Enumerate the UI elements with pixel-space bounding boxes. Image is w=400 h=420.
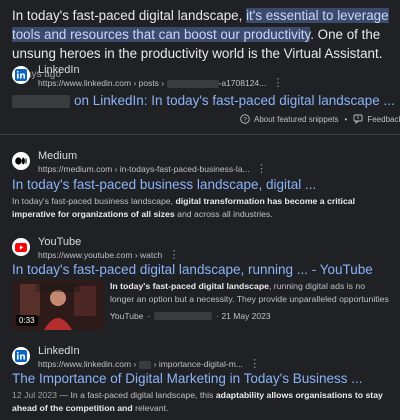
more-options-icon[interactable]: ⋮ xyxy=(169,249,180,261)
snippet-text-before: In today's fast-paced digital landscape, xyxy=(12,8,247,23)
result4-url-prefix: https://www.linkedin.com › xyxy=(38,359,139,369)
question-icon: ? xyxy=(240,114,250,124)
result3-title[interactable]: In today's fast-paced digital landscape,… xyxy=(12,261,373,279)
feedback-row: ? About featured snippets • Feedback xyxy=(240,114,400,124)
result4-url: https://www.linkedin.com › › importance-… xyxy=(38,358,260,370)
result3-desc-bold: In today's fast-paced digital landscape xyxy=(110,281,269,291)
more-options-icon[interactable]: ⋮ xyxy=(256,163,267,175)
divider xyxy=(0,134,400,135)
feedback-separator: • xyxy=(344,114,348,124)
youtube-icon xyxy=(12,238,30,256)
video-thumbnail[interactable]: 0:33 xyxy=(12,280,104,330)
result1-title[interactable]: on LinkedIn: In today's fast-paced digit… xyxy=(74,93,395,108)
result3-meta-date: · 21 May 2023 xyxy=(216,311,271,321)
feedback-link[interactable]: Feedback xyxy=(367,115,400,124)
redacted-block xyxy=(166,79,219,88)
result2-site-row[interactable]: Medium https://medium.com › in-todays-fa… xyxy=(12,150,267,175)
more-options-icon[interactable]: ⋮ xyxy=(249,358,260,370)
result3-meta-sep: · xyxy=(147,311,151,321)
result3-meta: YouTube · · 21 May 2023 xyxy=(110,311,271,321)
svg-text:?: ? xyxy=(243,116,247,123)
result3-url-text: https://www.youtube.com › watch xyxy=(38,250,163,260)
result1-url: https://www.linkedin.com › posts › -a170… xyxy=(38,77,284,89)
result1-url-prefix: https://www.linkedin.com › posts › xyxy=(38,78,165,88)
about-featured-snippets-link[interactable]: About featured snippets xyxy=(254,115,339,124)
result2-url: https://medium.com › in-todays-fast-pace… xyxy=(38,163,267,175)
result4-desc-text-end: relevant. xyxy=(132,402,169,413)
result4-desc-text: — In a fast-paced digital landscape, thi… xyxy=(56,390,216,400)
result4-title[interactable]: The Importance of Digital Marketing in T… xyxy=(12,370,363,388)
result2-desc-text: In today's fast-paced business landscape… xyxy=(12,196,176,206)
video-duration: 0:33 xyxy=(16,315,38,326)
feedback-icon xyxy=(353,114,363,124)
result2-site-name: Medium xyxy=(38,150,78,162)
linkedin-icon xyxy=(12,66,30,84)
linkedin-icon xyxy=(12,347,30,365)
result2-description: In today's fast-paced business landscape… xyxy=(12,195,388,221)
result2-url-text: https://medium.com › in-todays-fast-pace… xyxy=(38,164,250,174)
more-options-icon[interactable]: ⋮ xyxy=(273,77,284,89)
result4-date: 12 Jul 2023 xyxy=(12,390,57,400)
result4-site-row[interactable]: LinkedIn https://www.linkedin.com › › im… xyxy=(12,345,260,370)
result2-desc-text-end: and across all industries. xyxy=(174,208,273,219)
result1-url-suffix: -a1708124... xyxy=(218,78,267,88)
result3-url: https://www.youtube.com › watch ⋮ xyxy=(38,249,180,261)
result1-site-row[interactable]: LinkedIn https://www.linkedin.com › post… xyxy=(12,64,284,89)
result3-site-row[interactable]: YouTube https://www.youtube.com › watch … xyxy=(12,236,180,261)
result4-site-name: LinkedIn xyxy=(38,345,80,357)
result1-site-name: LinkedIn xyxy=(38,64,80,76)
redacted-block xyxy=(138,360,151,369)
medium-icon xyxy=(12,152,30,170)
redacted-block xyxy=(12,94,70,108)
result3-meta-source: YouTube xyxy=(110,311,144,321)
redacted-block xyxy=(154,312,213,320)
result2-title[interactable]: In today's fast-paced business landscape… xyxy=(12,176,316,194)
result3-site-name: YouTube xyxy=(38,236,82,248)
result4-description: 12 Jul 2023 — In a fast-paced digital la… xyxy=(12,389,388,415)
result4-url-suffix: › importance-digital-m... xyxy=(153,359,243,369)
result1-title-row[interactable]: on LinkedIn: In today's fast-paced digit… xyxy=(12,92,395,110)
